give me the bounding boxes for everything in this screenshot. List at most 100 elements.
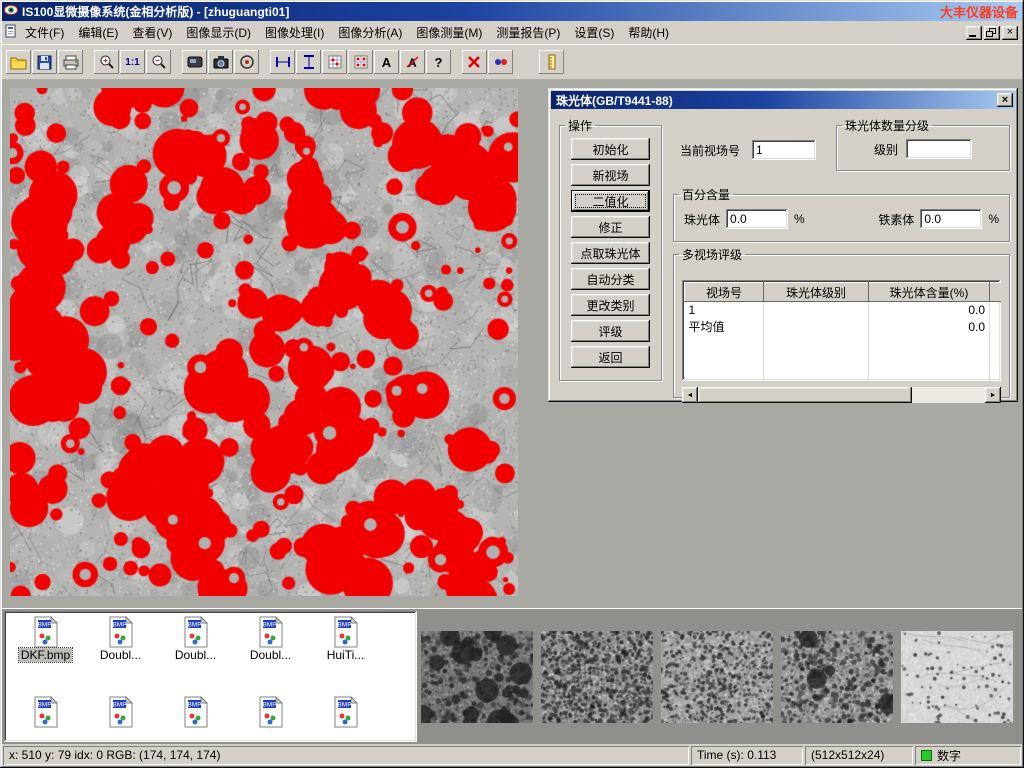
toolbar-annotate-text-off-button[interactable]: A [400, 50, 425, 74]
question-icon: ? [435, 55, 443, 70]
op-new-field-button[interactable]: 新视场 [571, 164, 650, 186]
thumbnail-2[interactable] [541, 631, 653, 723]
file-item-dkfbmp[interactable]: BMPDKF.bmp [8, 616, 83, 662]
floppy-icon [37, 55, 52, 70]
file-row-1: BMPDKF.bmpBMPDoubl...BMPDoubl...BMPDoubl… [8, 616, 415, 662]
file-item[interactable]: BMP [8, 696, 83, 742]
ferrite-percent-input[interactable] [920, 209, 982, 229]
toolbar-help-button[interactable]: ? [426, 50, 451, 74]
toolbar-ruler-button[interactable] [539, 50, 564, 74]
thumbnail-4[interactable] [781, 631, 893, 723]
file-item[interactable]: BMP [158, 696, 233, 742]
file-item-doubl[interactable]: BMPDoubl... [158, 616, 233, 662]
bmp-file-icon: BMP [8, 616, 83, 648]
toolbar-phase-analysis-button[interactable] [488, 50, 513, 74]
toolbar-grid-count-button[interactable] [348, 50, 373, 74]
metallograph-image[interactable] [10, 88, 518, 596]
file-item-huiti[interactable]: BMPHuiTi... [308, 616, 383, 662]
table-row [685, 351, 1002, 367]
toolbar-grid-measure-button[interactable] [322, 50, 347, 74]
file-item[interactable]: BMP [233, 696, 308, 742]
menu-file[interactable]: 文件(F) [18, 21, 71, 44]
restore-icon [986, 28, 996, 37]
op-rate-button[interactable]: 评级 [571, 320, 650, 342]
menu-view[interactable]: 查看(V) [125, 21, 179, 44]
mdi-minimize-button[interactable] [966, 26, 982, 40]
file-item-doubl[interactable]: BMPDoubl... [233, 616, 308, 662]
grading-group-label: 珠光体数量分级 [842, 117, 932, 134]
op-change-class-button[interactable]: 更改类别 [571, 294, 650, 316]
toolbar-print-button[interactable] [58, 50, 83, 74]
file-item[interactable]: BMP [83, 696, 158, 742]
thumbnail-3[interactable] [661, 631, 773, 723]
rating-table: 视场号珠光体级别珠光体含量(%)铁素10.0平均值0.0 [684, 282, 1001, 381]
file-name [44, 728, 48, 742]
toolbar-caliper-h-button[interactable] [270, 50, 295, 74]
titlebar[interactable]: IS100显微摄像系统(金相分析版) - [zhuguangti01] 大丰仪器… [2, 2, 1022, 21]
scrollbar-track[interactable] [698, 387, 985, 403]
status-mode-label: 数字 [937, 747, 961, 764]
mdi-close-button[interactable]: × [1002, 26, 1018, 40]
thumbnail-strip [420, 611, 1020, 742]
toolbar-delete-measure-button[interactable] [462, 50, 487, 74]
toolbar-zoom-in-button[interactable] [94, 50, 119, 74]
status-mode: 数字 [915, 746, 1021, 765]
svg-text:BMP: BMP [112, 702, 126, 709]
grid-dots-icon [353, 54, 369, 70]
pearlite-percent-input[interactable] [726, 209, 788, 229]
field-number-input[interactable] [752, 140, 816, 160]
scroll-left-button[interactable]: ◄ [682, 387, 698, 403]
op-pick-pearlite-button[interactable]: 点取珠光体 [571, 242, 650, 264]
menu-measure-report[interactable]: 测量报告(P) [489, 21, 567, 44]
rating-table-area[interactable]: 视场号珠光体级别珠光体含量(%)铁素10.0平均值0.0 [682, 280, 1001, 381]
toolbar-actual-size-button[interactable]: 1:1 [120, 50, 145, 74]
menu-edit[interactable]: 编辑(E) [71, 21, 125, 44]
menu-image-analysis[interactable]: 图像分析(A) [331, 21, 409, 44]
table-row[interactable]: 10.0 [685, 302, 1002, 319]
table-row [685, 367, 1002, 381]
toolbar-save-button[interactable] [32, 50, 57, 74]
toolbar-grab-frame-button[interactable] [182, 50, 207, 74]
toolbar-separator [452, 50, 461, 74]
op-back-button[interactable]: 返回 [571, 346, 650, 368]
thumbnail-5[interactable] [901, 631, 1013, 723]
op-binarize-button[interactable]: 二值化 [571, 190, 650, 212]
menu-help[interactable]: 帮助(H) [621, 21, 676, 44]
menu-settings[interactable]: 设置(S) [567, 21, 621, 44]
one-one-icon: 1:1 [125, 57, 139, 68]
operation-group-label: 操作 [565, 117, 595, 134]
scrollbar-thumb[interactable] [698, 387, 912, 403]
menu-image-process[interactable]: 图像处理(I) [258, 21, 331, 44]
file-item[interactable]: BMP [308, 696, 383, 742]
op-correct-button[interactable]: 修正 [571, 216, 650, 238]
menubar: 文件(F)编辑(E)查看(V)图像显示(D)图像处理(I)图像分析(A)图像测量… [2, 21, 1022, 44]
menu-image-measure[interactable]: 图像测量(M) [409, 21, 489, 44]
toolbar-zoom-out-button[interactable] [146, 50, 171, 74]
toolbar-annotate-text-button[interactable]: A [374, 50, 399, 74]
file-list[interactable]: BMPDKF.bmpBMPDoubl...BMPDoubl...BMPDoubl… [4, 611, 417, 742]
table-row[interactable]: 平均值0.0 [685, 318, 1002, 335]
ruler-v-icon [547, 54, 557, 70]
menu-image-display[interactable]: 图像显示(D) [179, 21, 258, 44]
toolbar-camera-button[interactable] [208, 50, 233, 74]
op-auto-classify-button[interactable]: 自动分类 [571, 268, 650, 290]
svg-text:BMP: BMP [187, 702, 201, 709]
caliper-v-icon [302, 54, 316, 70]
toolbar: 1:1 AA? [2, 44, 1022, 80]
toolbar-open-button[interactable] [6, 50, 31, 74]
scroll-right-button[interactable]: ► [985, 387, 1001, 403]
dialog-titlebar[interactable]: 珠光体(GB/T9441-88) × [551, 91, 1015, 109]
dialog-close-button[interactable]: × [997, 93, 1013, 107]
mdi-child-icon[interactable] [4, 24, 18, 41]
svg-text:BMP: BMP [112, 622, 126, 629]
table-header-0: 视场号 [685, 283, 764, 302]
mdi-restore-button[interactable] [984, 26, 1000, 40]
toolbar-caliper-v-button[interactable] [296, 50, 321, 74]
file-name [194, 728, 198, 742]
toolbar-aperture-button[interactable] [234, 50, 259, 74]
thumbnail-1[interactable] [421, 631, 533, 723]
level-input[interactable] [906, 139, 972, 159]
op-init-button[interactable]: 初始化 [571, 138, 650, 160]
file-item-doubl[interactable]: BMPDoubl... [83, 616, 158, 662]
table-hscrollbar[interactable]: ◄ ► [682, 387, 1001, 403]
